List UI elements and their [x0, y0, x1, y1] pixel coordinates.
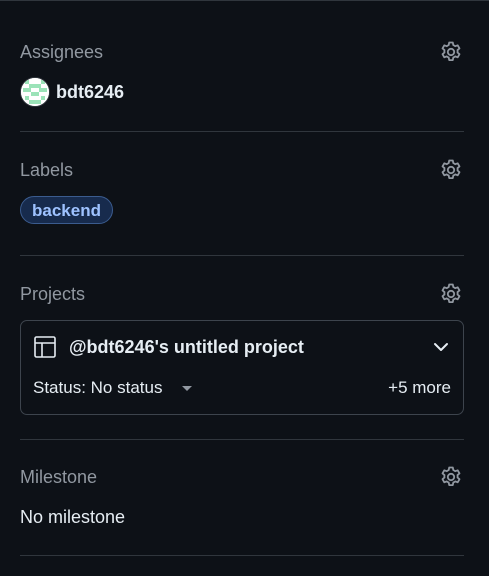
assignee-item[interactable]: bdt6246	[20, 77, 124, 107]
assignees-header: Assignees	[20, 39, 464, 65]
table-icon	[34, 336, 56, 358]
gear-icon[interactable]	[438, 281, 464, 307]
milestone-title: Milestone	[20, 466, 98, 487]
project-card: @bdt6246's untitled project Status: No s…	[20, 320, 464, 415]
chevron-down-icon[interactable]	[431, 337, 451, 357]
milestone-header: Milestone	[20, 464, 464, 490]
status-dropdown[interactable]: Status: No status	[33, 378, 193, 398]
projects-title: Projects	[20, 283, 86, 304]
projects-section: Projects @bdt6246's untitled project Sta…	[20, 256, 464, 440]
status-label: Status: No status	[33, 378, 163, 397]
label-backend[interactable]: backend	[20, 196, 113, 224]
labels-header: Labels	[20, 157, 464, 183]
project-header-row: @bdt6246's untitled project	[33, 333, 451, 361]
labels-title: Labels	[20, 159, 74, 180]
issue-sidebar: Assignees bdt6246 Labels backend Project…	[20, 0, 464, 556]
milestone-section: Milestone No milestone	[20, 440, 464, 556]
milestone-value: No milestone	[20, 507, 126, 527]
gear-icon[interactable]	[438, 39, 464, 65]
projects-header: Projects	[20, 281, 464, 307]
gear-icon[interactable]	[438, 157, 464, 183]
assignees-title: Assignees	[20, 41, 104, 62]
project-status-row: Status: No status +5 more	[33, 376, 451, 400]
gear-icon[interactable]	[438, 464, 464, 490]
labels-section: Labels backend	[20, 132, 464, 256]
more-fields-link[interactable]: +5 more	[388, 378, 451, 398]
assignee-login: bdt6246	[56, 81, 125, 102]
project-name-link[interactable]: @bdt6246's untitled project	[69, 337, 431, 358]
avatar	[20, 77, 50, 107]
assignees-section: Assignees bdt6246	[20, 0, 464, 132]
caret-down-icon	[182, 385, 193, 391]
